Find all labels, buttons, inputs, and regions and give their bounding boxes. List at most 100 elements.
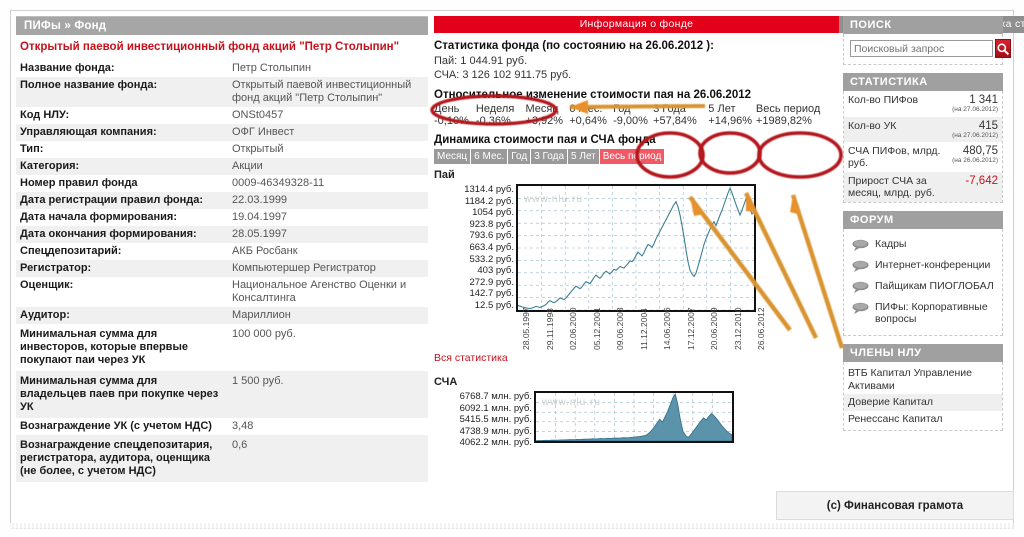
fund-info-key: Полное название фонда: — [16, 77, 224, 107]
right-sidebar: ПОИСК СТАТИСТИКА Кол-во ПИФов1 341(на 27… — [843, 16, 1011, 431]
fund-info-key: Регистратор: — [16, 260, 224, 277]
fund-info-value: 100 000 руб. — [232, 328, 296, 340]
fund-info-key: Оценщик: — [20, 279, 74, 291]
sidebar-stat-label: Кол-во УК — [844, 116, 949, 142]
scha-value-line: СЧА: 3 126 102 911.75 руб. — [434, 69, 572, 81]
fund-info-value: Открытый — [232, 143, 284, 155]
period-button[interactable]: Год — [508, 149, 531, 164]
table-row: Регистратор: Компьютершер Регистратор — [16, 260, 428, 277]
table-row: Минимальная сумма для инвесторов, которы… — [16, 324, 428, 371]
period-selector: Месяц 6 Мес. Год 3 Года 5 Лет Весь период — [434, 149, 834, 164]
fund-info-key: Вознаграждение УК (с учетом НДС) — [20, 420, 212, 432]
fund-info-value: 28.05.1997 — [224, 226, 428, 243]
change-columns-row: День Неделя Месяц 6 Мес. Год 3 Года 5 Лет Весь … — [434, 103, 834, 115]
table-row: Дата регистрации правил фонда: 22.03.1999 — [16, 192, 428, 209]
fund-info-table: Название фонда: Петр Столыпин Полное назва… — [16, 60, 428, 482]
sidebar-stat-row: СЧА ПИФов, млрд. руб. 480,75 (на 26.06.201… — [844, 142, 1002, 172]
sidebar-stat-value: 1 341 (на 27.06.2012) — [948, 91, 1002, 117]
middle-column: Информация о фонде Статистика стоимости … — [434, 16, 1024, 449]
period-button[interactable]: Весь период — [599, 149, 665, 164]
table-row: Номер правил фонда 0009-46349328-11 — [16, 175, 428, 192]
speech-bubble-icon — [852, 302, 869, 314]
tab-fund-information[interactable]: Информация о фонде — [434, 16, 839, 33]
change-column-header: День — [434, 103, 460, 115]
search-section — [843, 34, 1011, 65]
fund-info-key: Дата начала формирования: — [20, 211, 178, 223]
axis-tick-label: 5415.5 млн. руб. — [459, 414, 532, 426]
speech-bubble-icon — [852, 281, 869, 293]
axis-tick-label: 05.12.2001 — [591, 307, 602, 350]
axis-tick-label: 403 руб. — [477, 265, 514, 277]
member-list-item[interactable]: Ренессанс Капитал — [844, 411, 1002, 428]
change-column-header: Месяц — [525, 103, 559, 115]
table-row: Аудитор: Мариллион — [16, 307, 428, 324]
statistics-heading: Статистика фонда (по состоянию на 26.06.… — [434, 40, 714, 52]
fund-info-key: Аудитор: — [16, 307, 224, 324]
fund-info-key: Номер правил фонда — [20, 177, 138, 189]
change-value: +3,92% — [525, 115, 564, 127]
fund-info-value: Компьютершер Регистратор — [224, 260, 428, 277]
period-button[interactable]: 3 Года — [531, 149, 568, 164]
forum-list-item[interactable]: Пайщикам ПИОГЛОБАЛ — [850, 276, 996, 297]
axis-tick-label: 02.06.2000 — [568, 307, 578, 350]
axis-tick-label: 142.7 руб. — [469, 288, 514, 300]
sidebar-stat-row: Прирост СЧА за месяц, млрд. руб. -7,642 — [844, 172, 1002, 202]
forum-list-item[interactable]: Кадры — [850, 234, 996, 255]
all-statistics-link[interactable]: Вся статистика — [434, 352, 508, 364]
forum-item-label: Кадры — [875, 238, 907, 250]
axis-tick-label: 663.4 руб. — [469, 241, 514, 253]
axis-tick-label: 17.12.2007 — [685, 307, 696, 350]
torn-edge-decoration — [10, 523, 1014, 529]
period-button[interactable]: 6 Мес. — [471, 149, 508, 164]
copyright-box: (c) Финансовая грамота — [776, 491, 1014, 520]
axis-tick-label: 26.06.2012 — [756, 307, 766, 350]
fund-info-value: Акции — [224, 158, 428, 175]
member-list-item[interactable]: Доверие Капитал — [844, 394, 1002, 411]
forum-list-item[interactable]: Интернет-конференции — [850, 255, 996, 276]
forum-item-label: ПИФы: Корпоративные вопросы — [875, 301, 988, 325]
axis-tick-label: 1184.2 руб. — [464, 195, 514, 207]
fund-info-key: Вознаграждение спецдепозитария, регистра… — [16, 435, 224, 482]
period-button[interactable]: Месяц — [434, 149, 471, 164]
member-list-item[interactable]: ВТБ Капитал Управление Активами — [844, 365, 1002, 394]
fund-info-key: Дата регистрации правил фонда: — [16, 192, 224, 209]
breadcrumb[interactable]: ПИФы » Фонд — [16, 16, 428, 35]
change-value: +1989,82% — [755, 115, 812, 127]
forum-list-item[interactable]: ПИФы: Корпоративные вопросы — [850, 297, 996, 329]
change-heading: Относительное изменение стоимости пая на… — [434, 89, 752, 101]
fund-info-value: 1 500 руб. — [224, 371, 428, 418]
search-button[interactable] — [995, 39, 1011, 58]
change-values-row: -0,10% -0,36% +3,92% +0,64% -9,00% +57,84% +14… — [434, 115, 834, 127]
fund-info-key: Спецдепозитарий: — [20, 245, 122, 257]
axis-tick-label: 09.06.2003 — [615, 307, 625, 350]
sidebar-stat-label: Кол-во ПИФов — [848, 94, 919, 106]
fund-info-value: ОФГ Инвест — [224, 124, 428, 141]
scha-chart: 6768.7 млн. руб. 6092.1 млн. руб. 5415.5 м… — [434, 391, 834, 449]
sidebar-stat-value: 480,75 (на 26.06.2012) — [948, 142, 1002, 172]
axis-tick-label: 6092.1 млн. руб. — [459, 402, 532, 414]
search-icon — [997, 42, 1010, 55]
fund-info-value: 0009-46349328-11 — [232, 177, 325, 189]
members-section-title: ЧЛЕНЫ НЛУ — [843, 344, 1003, 362]
axis-tick-label: 11.12.2004 — [638, 308, 649, 350]
axis-tick-label: 29.11.1998 — [544, 308, 555, 350]
page-title: Открытый паевой инвестиционный фонд акци… — [20, 41, 400, 53]
table-row: Вознаграждение спецдепозитария, регистра… — [16, 435, 428, 482]
page-root: ПИФы » Фонд Открытый паевой инвестиционн… — [0, 0, 1024, 537]
table-row: Полное название фонда: Открытый паевой ин… — [16, 77, 428, 107]
sidebar-stat-number: 415 — [978, 119, 998, 132]
change-column-header: 5 Лет — [708, 103, 736, 115]
table-row: Управляющая компания: ОФГ Инвест — [16, 124, 428, 141]
axis-tick-label: 14.06.2006 — [662, 307, 672, 350]
sidebar-stat-row: Кол-во ПИФов 1 341 (на 27.06.2012) — [844, 91, 1002, 117]
axis-tick-label: 4738.9 млн. руб. — [459, 425, 532, 437]
change-column-header: Весь период — [755, 103, 821, 115]
fund-info-key: Тип: — [20, 143, 44, 155]
sidebar-stat-label: Прирост СЧА за месяц, млрд. руб. — [844, 172, 949, 202]
change-value: -0,10% — [434, 115, 469, 127]
fund-info-value: Мариллион — [224, 307, 428, 324]
search-input[interactable] — [850, 40, 993, 57]
table-row: Оценщик: Национальное Агенство Оценки и К… — [16, 277, 428, 307]
period-button[interactable]: 5 Лет — [568, 149, 599, 164]
speech-bubble-icon — [852, 239, 869, 251]
